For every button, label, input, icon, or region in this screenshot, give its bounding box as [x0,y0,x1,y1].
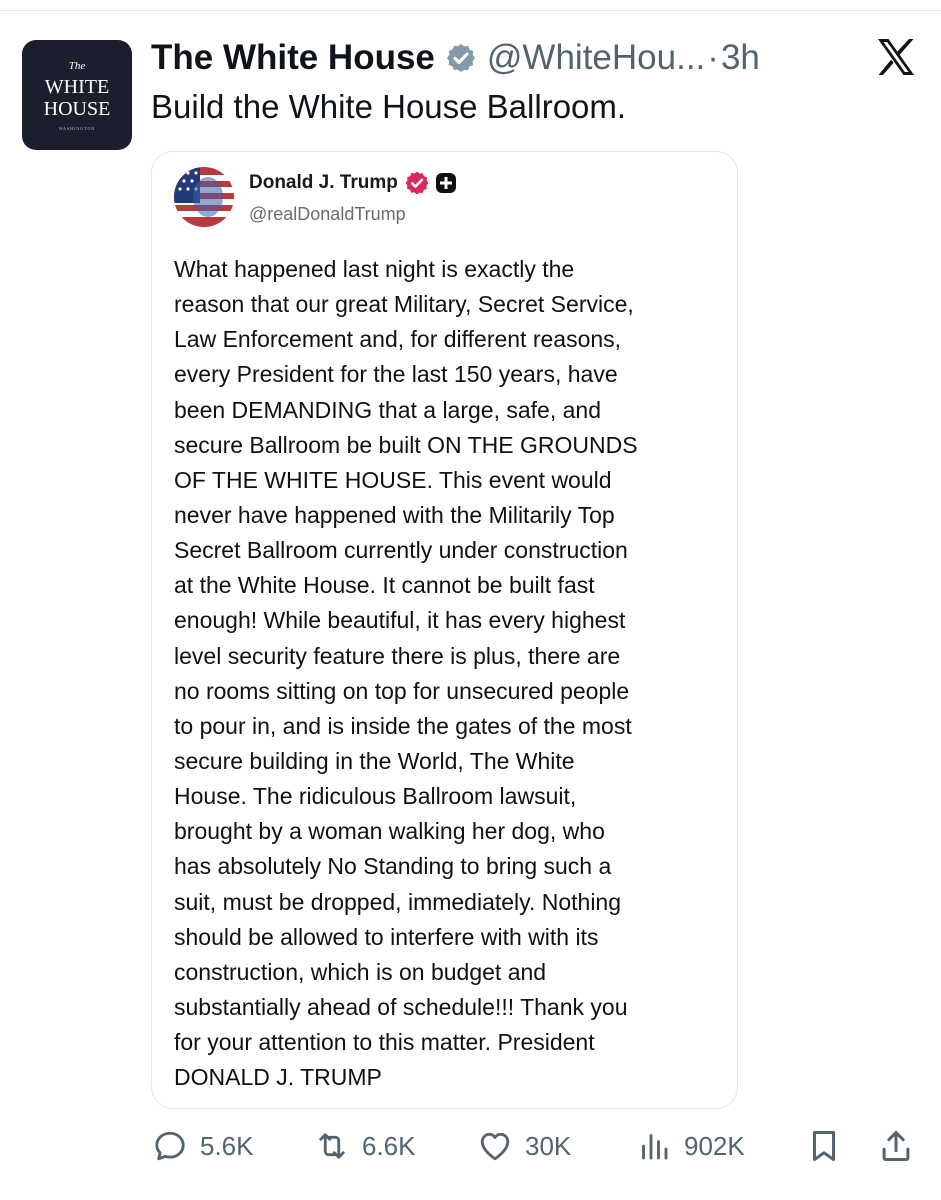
author-avatar[interactable]: The WHITE HOUSE WASHINGTON [22,40,132,150]
quoted-post-body: What happened last night is exactly the … [174,252,734,1095]
views-icon [642,1134,668,1160]
quoted-text-line: reason that our great Military, Secret S… [174,291,634,318]
quoted-text-line: level security feature there is plus, th… [174,642,621,669]
quoted-text-line: construction, which is on budget and [174,958,547,985]
reply-count: 5.6K [200,1130,254,1161]
quoted-text-line: every President for the last 150 years, … [174,361,618,388]
avatar-text-washington: WASHINGTON [58,126,96,131]
quoted-text-line: been DEMANDING that a large, safe, and [174,396,601,423]
repost-count: 6.6K [362,1130,416,1161]
quoted-author-handle[interactable]: @realDonaldTrump [249,204,406,225]
quoted-text-line: OF THE WHITE HOUSE. This event would [174,466,612,493]
bookmark-icon [812,1131,836,1161]
quoted-text-line: secure building in the World, The White [174,747,575,774]
x-logo-icon[interactable] [876,38,916,76]
quoted-author-name[interactable]: Donald J. Trump [249,172,398,194]
repost-button[interactable]: 6.6K [314,1126,416,1166]
top-divider [0,10,941,11]
flag-portrait-icon [174,167,234,227]
like-button[interactable]: 30K [477,1126,571,1166]
quoted-text-line: brought by a woman walking her dog, who [174,818,605,845]
quoted-text-line: to pour in, and is inside the gates of t… [174,712,632,739]
share-icon [882,1131,910,1161]
tweet-header: The White House @WhiteHou... · 3h [151,36,760,80]
author-name[interactable]: The White House [151,38,435,78]
views-count: 902K [684,1130,745,1161]
quoted-text-line: has absolutely No Standing to bring such… [174,853,612,880]
quoted-text-line: Law Enforcement and, for different reaso… [174,326,622,353]
quoted-avatar[interactable] [174,167,234,227]
reply-icon [155,1131,185,1161]
quoted-text-line: at the White House. It cannot be built f… [174,572,595,599]
quoted-text-line: What happened last night is exactly the [174,256,575,282]
avatar-text-house: HOUSE [43,98,111,120]
quoted-name-row: Donald J. Trump [249,170,458,196]
verified-gray-icon [446,44,475,72]
plus-badge-icon [435,173,456,193]
quoted-text-line: for your attention to this matter. Presi… [174,1029,595,1056]
quoted-text-line: never have happened with the Militarily … [174,501,615,528]
separator-dot: · [707,38,719,77]
reply-button[interactable]: 5.6K [152,1126,254,1166]
quoted-text-line: enough! While beautiful, it has every hi… [174,607,626,634]
avatar-text-the: The [68,60,86,72]
quoted-text-line: House. The ridiculous Ballroom lawsuit, [174,783,577,810]
quoted-text-line: should be allowed to interfere with with… [174,923,599,950]
views-button[interactable]: 902K [636,1126,745,1166]
bookmark-button[interactable] [805,1126,843,1166]
quoted-text-line: suit, must be dropped, immediately. Noth… [174,888,622,915]
post-time[interactable]: 3h [721,38,760,78]
quoted-text-line: no rooms sitting on top for unsecured pe… [174,677,630,704]
author-handle[interactable]: @WhiteHou... [487,38,705,78]
heart-icon [480,1132,510,1161]
like-count: 30K [525,1130,572,1161]
quoted-post[interactable]: Donald J. Trump @realDonaldTrump What ha… [151,151,738,1109]
quoted-text-line: secure Ballroom be built ON THE GROUNDS [174,431,638,458]
quoted-text-line: Secret Ballroom currently under construc… [174,537,628,564]
repost-icon [319,1133,345,1159]
verified-pink-icon [405,171,429,195]
quoted-text-line: substantially ahead of schedule!!! Thank… [174,993,628,1020]
share-button[interactable] [877,1126,915,1166]
avatar-text-white: WHITE [44,76,110,98]
tweet-text: Build the White House Ballroom. [151,88,627,125]
quoted-text-line: DONALD J. TRUMP [174,1064,382,1091]
